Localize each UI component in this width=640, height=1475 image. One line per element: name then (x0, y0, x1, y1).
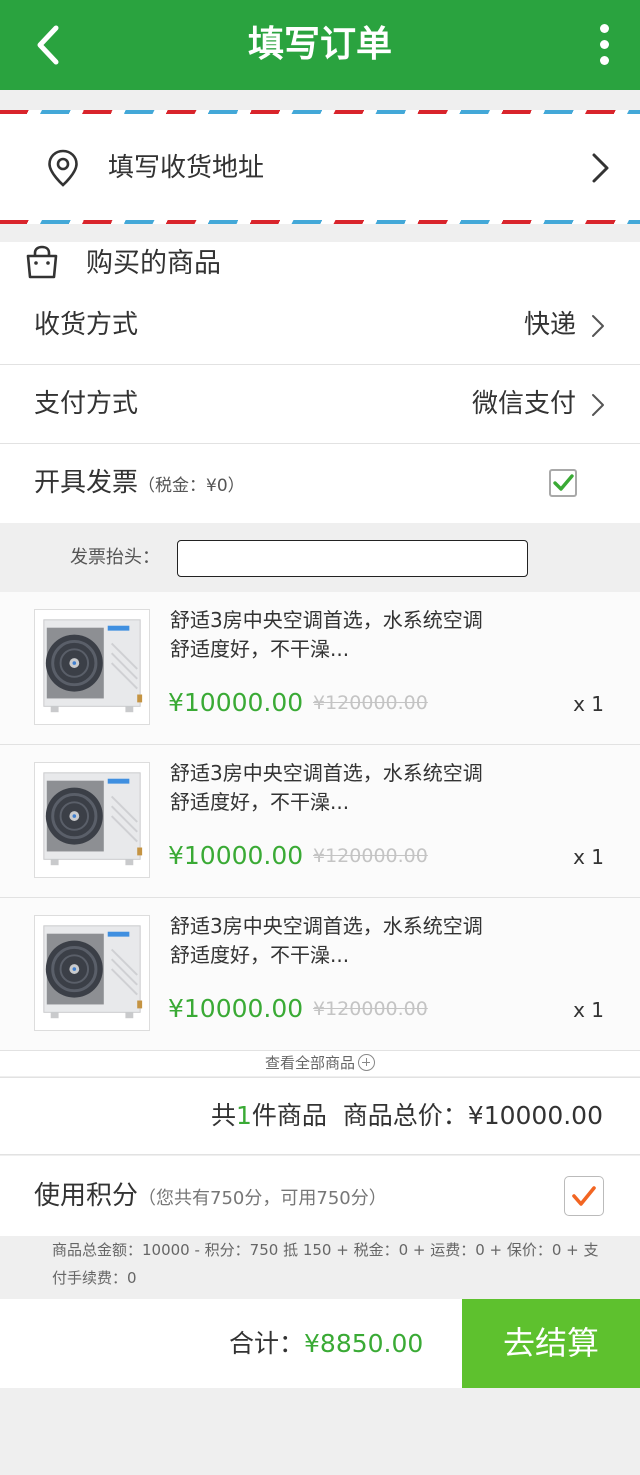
check-icon (572, 1186, 596, 1206)
plus-circle-icon (358, 1054, 375, 1071)
product-original-price: ¥120000.00 (313, 845, 428, 867)
item-count: 1 (235, 1101, 252, 1130)
chevron-right-icon (592, 315, 604, 337)
product-image (34, 915, 150, 1031)
map-pin-icon (48, 149, 78, 187)
product-item[interactable]: 舒适3房中央空调首选，水系统空调舒适度好，不干澡... ¥10000.00 ¥1… (0, 745, 640, 898)
more-vertical-icon (599, 24, 609, 33)
delivery-method-value: 快递 (523, 310, 576, 340)
envelope-stripe-top (0, 110, 640, 114)
air-conditioner-icon (43, 619, 143, 713)
delivery-method-label: 收货方式 (34, 310, 139, 340)
order-sum: 合计：¥8850.00 (229, 1299, 423, 1388)
goods-section-title: 购买的商品 (86, 248, 221, 279)
address-placeholder: 填写收货地址 (108, 153, 265, 183)
price-breakdown: 商品总金额：10000 - 积分：750 抵 150 + 税金：0 + 运费：0… (52, 1241, 599, 1287)
product-item[interactable]: 舒适3房中央空调首选，水系统空调舒适度好，不干澡... ¥10000.00 ¥1… (0, 592, 640, 745)
payment-method-label: 支付方式 (34, 389, 139, 419)
order-total: 共1件商品 商品总价：¥10000.00 (211, 1078, 603, 1154)
goods-section-header: 购买的商品 (0, 242, 640, 286)
invoice-label: 开具发票（税金：¥0） (34, 444, 245, 525)
payment-method-row[interactable]: 支付方式 微信支付 (0, 365, 640, 444)
order-options: 购买的商品 收货方式 快递 支付方式 微信支付 开具发票（税金：¥0） (0, 242, 640, 523)
chevron-right-icon (592, 394, 604, 416)
invoice-checkbox[interactable] (549, 469, 577, 497)
item-count-prefix: 共 (210, 1101, 236, 1130)
air-conditioner-icon (43, 925, 143, 1019)
chevron-right-icon (592, 153, 609, 183)
total-price-value: ¥10000.00 (467, 1101, 603, 1130)
product-name: 舒适3房中央空调首选，水系统空调舒适度好，不干澡... (170, 761, 483, 814)
payment-method-value: 微信支付 (471, 389, 576, 419)
more-menu-button[interactable] (596, 24, 612, 68)
shopping-bag-icon (26, 245, 58, 279)
invoice-row: 开具发票（税金：¥0） (0, 444, 640, 523)
product-original-price: ¥120000.00 (313, 692, 428, 714)
product-price: ¥10000.00 (168, 994, 304, 1023)
app-header: 填写订单 (0, 0, 640, 90)
product-image (34, 762, 150, 878)
page-title: 填写订单 (247, 24, 392, 65)
product-original-price: ¥120000.00 (313, 998, 428, 1020)
product-price: ¥10000.00 (168, 841, 304, 870)
invoice-title-label: 发票抬头： (70, 547, 160, 568)
use-points-label-text: 使用积分 (34, 1181, 139, 1211)
product-quantity: x 1 (573, 998, 604, 1022)
points-balance-note: （您共有750分，可用750分） (138, 1188, 387, 1209)
product-name: 舒适3房中央空调首选，水系统空调舒适度好，不干澡... (170, 608, 483, 661)
invoice-title-bar: 发票抬头： (0, 523, 640, 592)
sum-label: 合计： (229, 1329, 305, 1358)
checkout-bar: 合计：¥8850.00 去结算 (0, 1299, 640, 1388)
product-price: ¥10000.00 (168, 688, 304, 717)
envelope-stripe-bottom (0, 220, 640, 224)
use-points-checkbox[interactable] (564, 1176, 604, 1216)
view-all-label: 查看全部商品 (264, 1054, 355, 1072)
check-icon (553, 474, 574, 491)
invoice-label-text: 开具发票 (34, 468, 139, 498)
order-total-row: 共1件商品 商品总价：¥10000.00 (0, 1077, 640, 1155)
invoice-tax-note: （税金：¥0） (138, 476, 245, 496)
address-selector[interactable]: 填写收货地址 (0, 110, 640, 224)
product-item[interactable]: 舒适3房中央空调首选，水系统空调舒适度好，不干澡... ¥10000.00 ¥1… (0, 898, 640, 1051)
product-quantity: x 1 (573, 845, 604, 869)
invoice-title-input[interactable] (177, 540, 528, 577)
checkout-button[interactable]: 去结算 (462, 1299, 640, 1388)
use-points-row: 使用积分（您共有750分，可用750分） (0, 1156, 640, 1236)
delivery-method-row[interactable]: 收货方式 快递 (0, 286, 640, 365)
product-list: 舒适3房中央空调首选，水系统空调舒适度好，不干澡... ¥10000.00 ¥1… (0, 592, 640, 1051)
sum-value: ¥8850.00 (304, 1329, 424, 1358)
air-conditioner-icon (43, 772, 143, 866)
use-points-label: 使用积分（您共有750分，可用750分） (34, 1156, 387, 1239)
product-quantity: x 1 (573, 692, 604, 716)
product-name: 舒适3房中央空调首选，水系统空调舒适度好，不干澡... (170, 914, 483, 967)
view-all-products-link[interactable]: 查看全部商品 (0, 1051, 640, 1076)
total-price-label: 商品总价： (342, 1101, 468, 1130)
item-count-suffix: 件商品 (251, 1101, 327, 1130)
product-image (34, 609, 150, 725)
